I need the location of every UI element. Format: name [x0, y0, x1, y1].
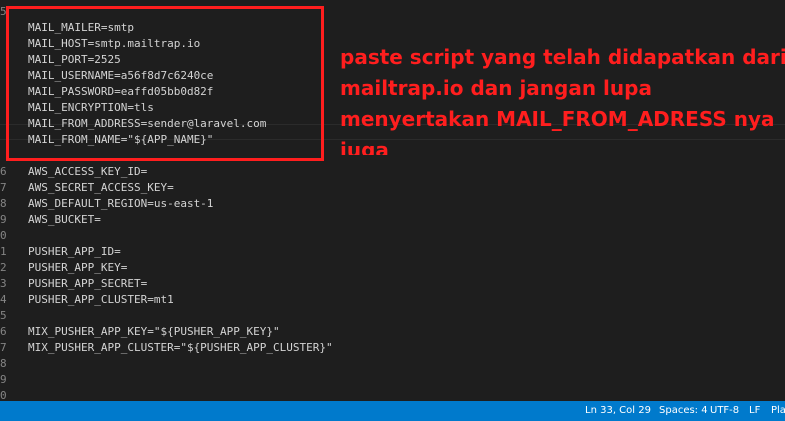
status-line-ending[interactable]: LF [749, 401, 760, 421]
annotation-text: paste script yang telah didapatkan dari m… [340, 42, 785, 155]
code-line[interactable]: AWS_ACCESS_KEY_ID= [28, 164, 147, 180]
line-number: 5 [0, 309, 7, 322]
code-line[interactable]: MIX_PUSHER_APP_KEY="${PUSHER_APP_KEY}" [28, 324, 280, 340]
annotation-line: juga [340, 138, 389, 155]
code-line[interactable]: PUSHER_APP_CLUSTER=mt1 [28, 292, 174, 308]
line-number: 8 [0, 357, 7, 370]
line-number: 8 [0, 197, 7, 210]
line-number: 7 [0, 181, 7, 194]
status-bar: Ln 33, Col 29 Spaces: 4 UTF-8 LF Pla [0, 401, 785, 421]
line-number: 3 [0, 277, 7, 290]
status-cursor-position[interactable]: Ln 33, Col 29 [585, 401, 651, 421]
code-line[interactable]: AWS_BUCKET= [28, 212, 101, 228]
annotation-highlight-box [6, 6, 324, 161]
annotation-line: paste script yang telah didapatkan dari [340, 45, 785, 69]
line-number: 9 [0, 213, 7, 226]
annotation-line: mailtrap.io dan jangan lupa [340, 76, 652, 100]
line-number: 0 [0, 229, 7, 242]
code-line[interactable]: AWS_SECRET_ACCESS_KEY= [28, 180, 174, 196]
line-number: 7 [0, 341, 7, 354]
line-number: 1 [0, 245, 7, 258]
line-number: 2 [0, 261, 7, 274]
annotation-line: menyertakan MAIL_FROM_ADRESS nya [340, 107, 775, 131]
line-number: 6 [0, 165, 7, 178]
editor-area[interactable]: 5678901234567890 MAIL_MAILER=smtp MAIL_HO… [0, 0, 785, 401]
code-line[interactable]: PUSHER_APP_KEY= [28, 260, 127, 276]
line-number: 9 [0, 373, 7, 386]
line-number: 6 [0, 325, 7, 338]
line-number: 4 [0, 293, 7, 306]
code-line[interactable]: MIX_PUSHER_APP_CLUSTER="${PUSHER_APP_CLU… [28, 340, 333, 356]
code-line[interactable]: PUSHER_APP_ID= [28, 244, 121, 260]
status-encoding[interactable]: UTF-8 [710, 401, 739, 421]
code-line[interactable]: PUSHER_APP_SECRET= [28, 276, 147, 292]
line-number: 0 [0, 389, 7, 401]
status-language-mode[interactable]: Pla [771, 401, 785, 421]
code-line[interactable]: AWS_DEFAULT_REGION=us-east-1 [28, 196, 213, 212]
status-indentation[interactable]: Spaces: 4 [659, 401, 708, 421]
